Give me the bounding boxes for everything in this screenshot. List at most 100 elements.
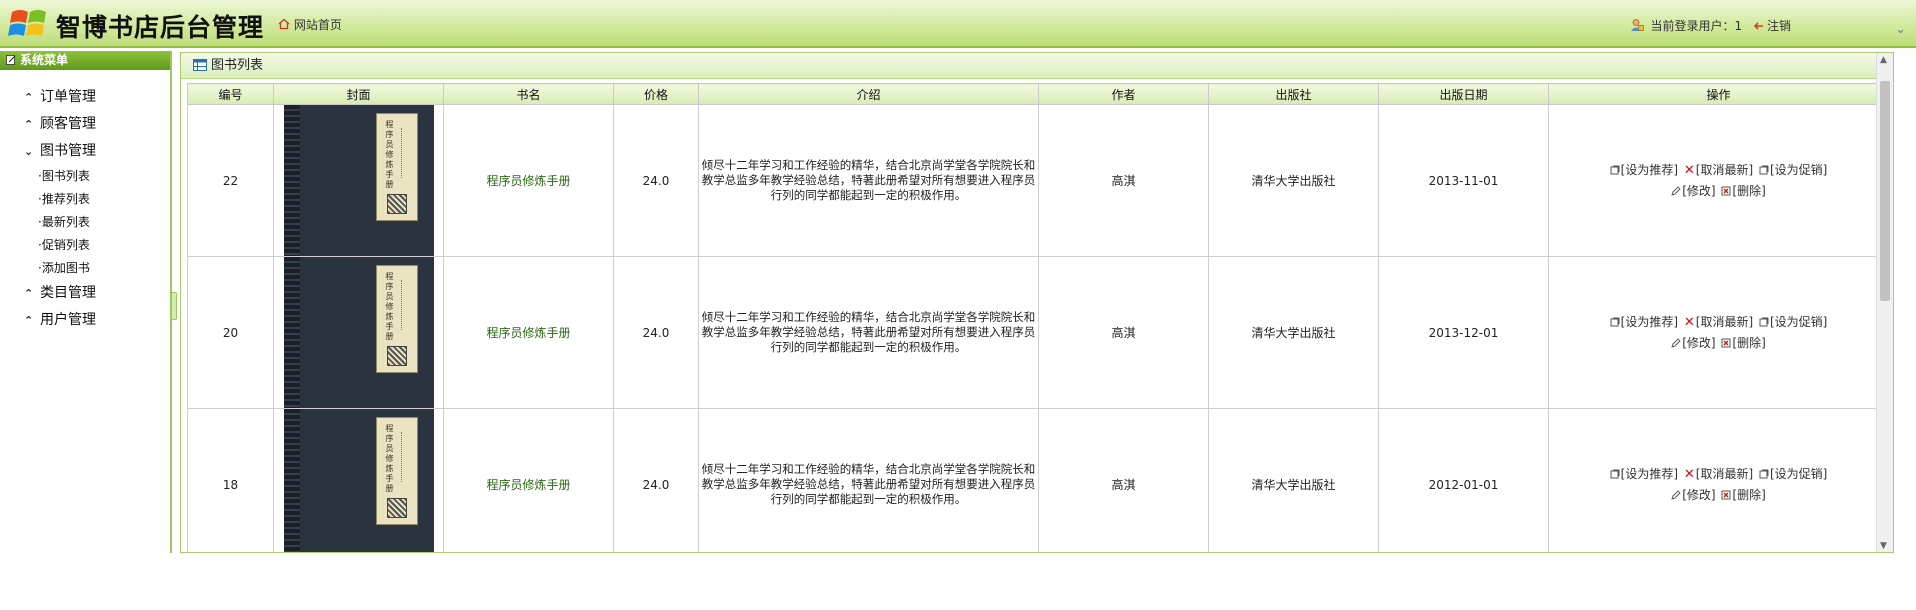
sidebar-item-add-book[interactable]: ·添加图书 xyxy=(0,257,170,280)
cell-intro: 倾尽十二年学习和工作经验的精华，结合北京尚学堂各学院院长和教学总监多年教学经验总… xyxy=(698,104,1039,257)
book-table: 编号 封面 书名 价格 介绍 作者 出版社 出版日期 操作 22 程序员修炼手册… xyxy=(187,83,1889,552)
column-header-id: 编号 xyxy=(187,83,274,105)
menu-edit-icon xyxy=(6,55,16,65)
set-promo-label: [设为促销] xyxy=(1769,163,1828,177)
cell-id: 20 xyxy=(187,256,274,409)
vertical-scrollbar[interactable]: ▲ ▼ xyxy=(1876,53,1893,552)
cancel-new-label: [取消最新] xyxy=(1695,315,1754,329)
set-recommend-label: [设为推荐] xyxy=(1620,467,1679,481)
cell-cover: 程序员修炼手册 xyxy=(273,104,444,257)
sidebar-title: 系统菜单 xyxy=(20,53,69,67)
close-icon: ✕ xyxy=(1683,163,1695,178)
cell-date: 2013-12-01 xyxy=(1378,256,1549,409)
sidebar-group-customers[interactable]: ⌃ 顾客管理 xyxy=(0,111,170,138)
cover-title: 程序员修炼手册 xyxy=(385,120,394,189)
column-header-publisher: 出版社 xyxy=(1208,83,1379,105)
cancel-new-link[interactable]: ✕[取消最新] xyxy=(1683,467,1753,482)
collapse-header-icon[interactable]: ⌄ xyxy=(1895,22,1906,37)
chevron-up-icon: ⌃ xyxy=(24,314,34,327)
logout-label: 注销 xyxy=(1766,19,1791,33)
sidebar-group-label: 顾客管理 xyxy=(40,116,96,132)
sidebar-group-orders[interactable]: ⌃ 订单管理 xyxy=(0,84,170,111)
set-recommend-link[interactable]: [设为推荐] xyxy=(1610,163,1678,177)
close-icon: ✕ xyxy=(1683,315,1695,330)
edit-label: [修改] xyxy=(1682,184,1716,198)
delete-icon xyxy=(1721,186,1731,196)
scroll-down-icon[interactable]: ▼ xyxy=(1880,541,1887,551)
scroll-up-icon[interactable]: ▲ xyxy=(1880,55,1887,65)
sidebar-item-book-list[interactable]: ·图书列表 xyxy=(0,165,170,188)
sidebar-header: 系统菜单 xyxy=(0,51,170,70)
delete-link[interactable]: [删除] xyxy=(1721,336,1766,350)
delete-link[interactable]: [删除] xyxy=(1721,488,1766,502)
logout-icon xyxy=(1753,22,1763,30)
pencil-icon xyxy=(1671,186,1681,196)
table-row: 18 程序员修炼手册 程序员修炼手册 24.0 倾尽十二年学习和工作经验的精华，… xyxy=(187,408,1889,552)
sidebar-item-promo-list[interactable]: ·促销列表 xyxy=(0,234,170,257)
delete-link[interactable]: [删除] xyxy=(1721,184,1766,198)
sidebar-item-recommend-list[interactable]: ·推荐列表 xyxy=(0,188,170,211)
sidebar-group-categories[interactable]: ⌃ 类目管理 xyxy=(0,280,170,307)
cover-title: 程序员修炼手册 xyxy=(385,424,394,493)
table-row: 22 程序员修炼手册 程序员修炼手册 24.0 倾尽十二年学习和工作经验的精华，… xyxy=(187,104,1889,257)
windows-logo-icon xyxy=(8,10,46,36)
promo-icon xyxy=(1759,469,1769,479)
sidebar: 系统菜单 ⌃ 订单管理 ⌃ 顾客管理 ⌄ 图书管理 ·图书列表 ·推荐列表 ·最新列表… xyxy=(0,51,172,553)
sidebar-group-books[interactable]: ⌄ 图书管理 xyxy=(0,138,170,165)
column-header-intro: 介绍 xyxy=(698,83,1039,105)
edit-link[interactable]: [修改] xyxy=(1671,488,1716,502)
column-header-price: 价格 xyxy=(613,83,699,105)
chevron-up-icon: ⌃ xyxy=(24,287,34,300)
cell-author: 高淇 xyxy=(1038,104,1209,257)
cell-actions: [设为推荐] ✕[取消最新] [设为促销] [修改] [删除] xyxy=(1548,104,1889,257)
cell-intro: 倾尽十二年学习和工作经验的精华，结合北京尚学堂各学院院长和教学总监多年教学经验总… xyxy=(698,408,1039,552)
admin-app: 智博书店后台管理 网站首页 当前登录用户：1 注销 ⌄ 系统菜单 ⌃ 订单管理 … xyxy=(0,0,1916,553)
set-promo-label: [设为促销] xyxy=(1769,315,1828,329)
recommend-icon xyxy=(1610,469,1620,479)
panel-title-label: 图书列表 xyxy=(211,58,264,73)
close-icon: ✕ xyxy=(1683,467,1695,482)
sidebar-group-label: 图书管理 xyxy=(40,143,96,159)
cancel-new-link[interactable]: ✕[取消最新] xyxy=(1683,315,1754,330)
home-link[interactable]: 网站首页 xyxy=(278,16,342,33)
edit-link[interactable]: [修改] xyxy=(1671,184,1716,198)
edit-label: [修改] xyxy=(1682,336,1716,350)
book-cover-image: 程序员修炼手册 xyxy=(283,105,434,256)
user-area: 当前登录用户：1 注销 xyxy=(1630,17,1791,34)
edit-link[interactable]: [修改] xyxy=(1671,336,1716,350)
top-header: 智博书店后台管理 网站首页 当前登录用户：1 注销 ⌄ xyxy=(0,0,1916,48)
set-promo-link[interactable]: [设为促销] xyxy=(1759,315,1827,329)
sidebar-item-new-list[interactable]: ·最新列表 xyxy=(0,211,170,234)
sidebar-group-users[interactable]: ⌃ 用户管理 xyxy=(0,307,170,334)
cell-price: 24.0 xyxy=(613,408,699,552)
user-icon xyxy=(1630,19,1644,31)
cell-author: 高淇 xyxy=(1038,256,1209,409)
sidebar-group-label: 订单管理 xyxy=(40,89,96,105)
cell-publisher: 清华大学出版社 xyxy=(1208,408,1379,552)
chevron-down-icon: ⌄ xyxy=(24,145,34,158)
table-icon xyxy=(193,59,207,71)
table-header-row: 编号 封面 书名 价格 介绍 作者 出版社 出版日期 操作 xyxy=(187,83,1889,105)
delete-icon xyxy=(1721,490,1731,500)
set-promo-link[interactable]: [设为促销] xyxy=(1759,467,1827,481)
recommend-icon xyxy=(1610,165,1620,175)
scrollbar-thumb[interactable] xyxy=(1880,81,1890,301)
set-recommend-link[interactable]: [设为推荐] xyxy=(1610,315,1678,329)
sidebar-splitter[interactable] xyxy=(171,292,177,320)
cancel-new-link[interactable]: ✕[取消最新] xyxy=(1683,163,1753,178)
cell-publisher: 清华大学出版社 xyxy=(1208,104,1379,257)
promo-icon xyxy=(1759,165,1769,175)
chevron-up-icon: ⌃ xyxy=(24,118,34,131)
logout-link[interactable]: 注销 xyxy=(1752,19,1791,33)
column-header-name: 书名 xyxy=(443,83,614,105)
set-recommend-label: [设为推荐] xyxy=(1620,163,1679,177)
sidebar-group-label: 类目管理 xyxy=(40,285,96,301)
column-header-date: 出版日期 xyxy=(1378,83,1549,105)
delete-icon xyxy=(1721,338,1731,348)
cell-cover: 程序员修炼手册 xyxy=(273,256,444,409)
set-recommend-link[interactable]: [设为推荐] xyxy=(1610,467,1678,481)
set-promo-link[interactable]: [设为促销] xyxy=(1759,163,1827,177)
cell-name: 程序员修炼手册 xyxy=(443,408,614,552)
edit-label: [修改] xyxy=(1682,488,1716,502)
cell-name: 程序员修炼手册 xyxy=(443,104,614,257)
